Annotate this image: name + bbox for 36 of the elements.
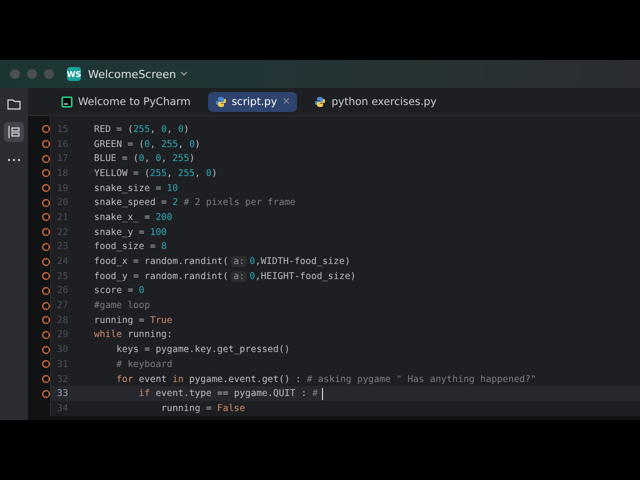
code-text: GREEN = (0, 255, 0) — [94, 138, 200, 150]
code-text: if event.type == pygame.QUIT : # — [138, 388, 318, 400]
python-file-icon — [314, 96, 326, 108]
code-text: BLUE = (0, 0, 255) — [94, 153, 195, 164]
editor-tab[interactable]: Welcome to PyCharm — [54, 92, 198, 112]
code-text: #game loop — [94, 300, 150, 312]
structure-icon[interactable] — [6, 124, 22, 140]
code-text: YELLOW = (255, 255, 0) — [94, 168, 218, 179]
code-text: snake_speed = 2 # 2 pixels per frame — [94, 197, 296, 208]
project-selector[interactable]: WelcomeScreen — [88, 68, 188, 80]
project-badge: WS — [67, 67, 81, 81]
code-text: score = 0 — [94, 285, 144, 296]
code-text: keys = pygame.key.get_pressed() — [115, 344, 290, 356]
code-text: while running: — [94, 329, 172, 340]
code-text: for event in pygame.event.get() : # asking pygame " Has anything happened?" — [115, 374, 536, 385]
code-text: snake_y = 100 — [94, 226, 167, 238]
code-text: running = True — [94, 314, 172, 326]
text-cursor — [322, 388, 324, 400]
code-text: food_x = random.randint( — [94, 256, 228, 268]
python-file-icon — [214, 96, 227, 108]
line-number: 33 — [50, 386, 94, 402]
chevron-down-icon — [180, 71, 188, 77]
editor-tab[interactable]: python exercises.py — [307, 92, 444, 112]
code-text: running = False — [160, 402, 246, 414]
parameter-hint: a: — [231, 270, 247, 282]
parameter-hint: a: — [231, 256, 247, 268]
editor-tab[interactable]: script.py × — [208, 92, 298, 112]
code-text: 0,WIDTH-food_size) — [250, 256, 350, 268]
code-text: RED = (255, 0, 0) — [94, 124, 190, 135]
code-text: food_size = 8 — [94, 241, 167, 252]
code-text: # keyboard — [115, 358, 172, 370]
code-text: snake_size = 10 — [94, 182, 178, 194]
app-logo-icon — [61, 96, 73, 108]
code-text: food_y = random.randint( — [94, 270, 228, 282]
code-text: 0,HEIGHT-food_size) — [250, 270, 356, 282]
code-text: snake_x_ = 200 — [94, 212, 172, 223]
